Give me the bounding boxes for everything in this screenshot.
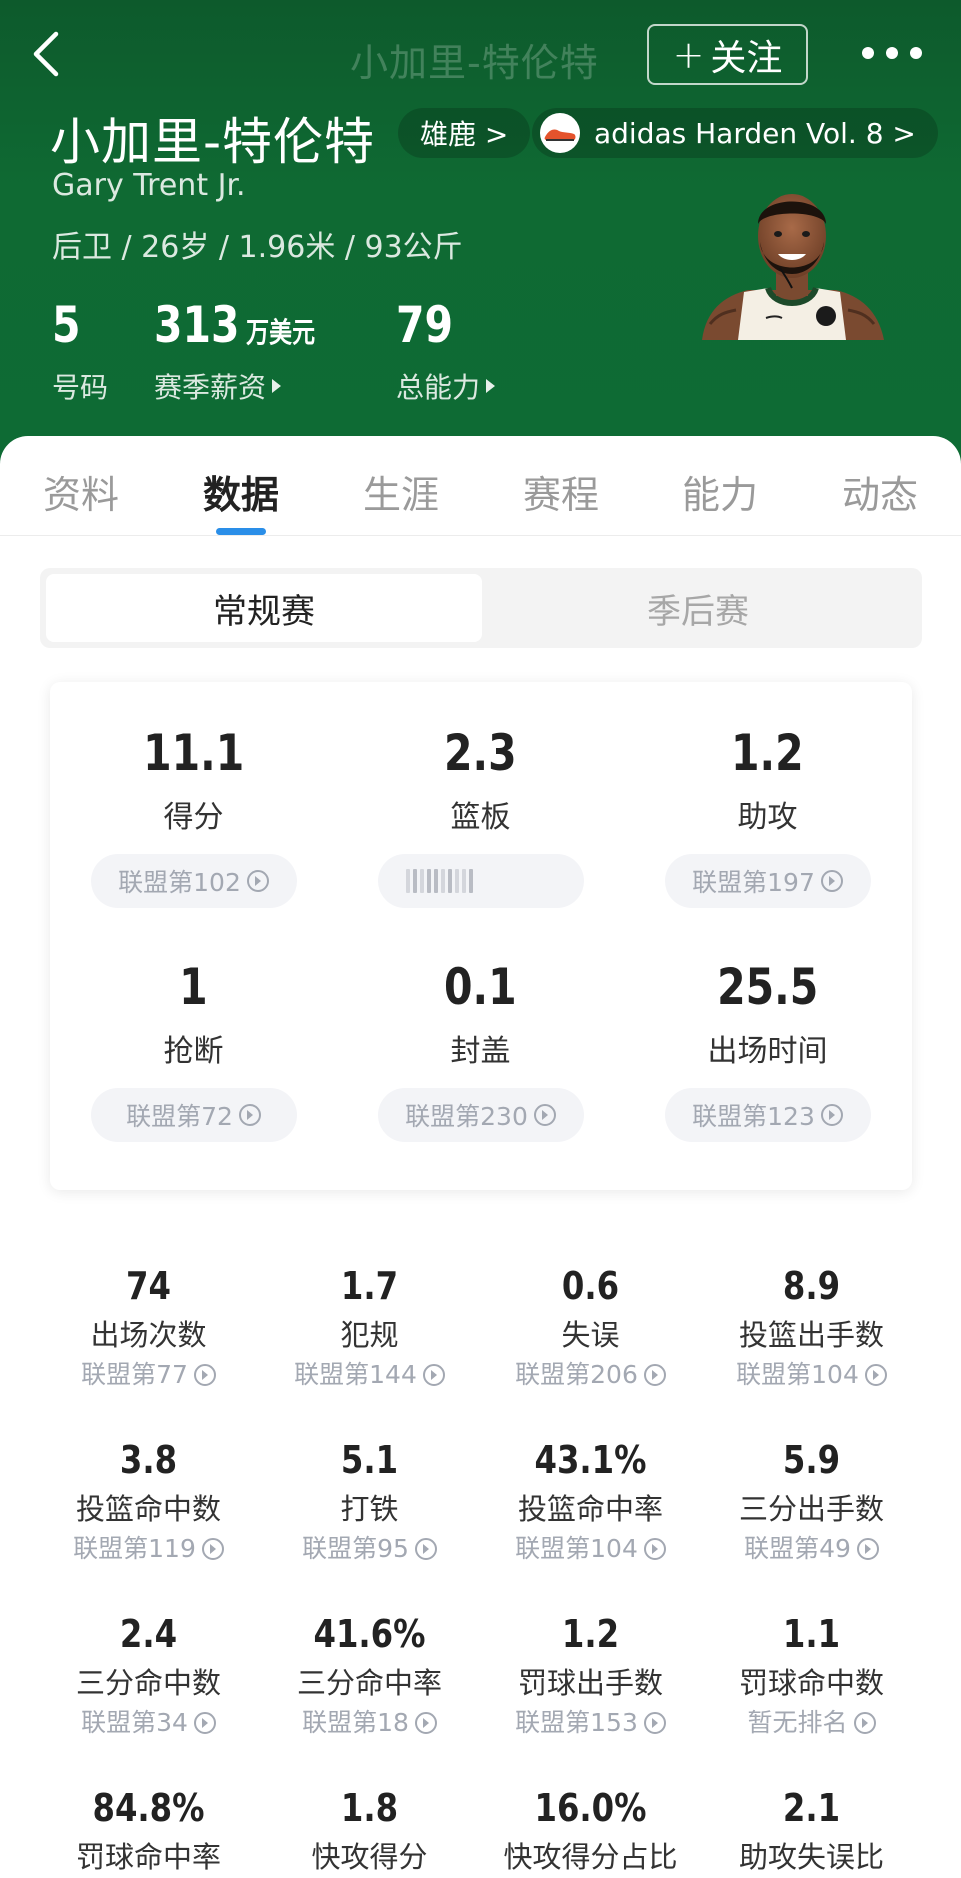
stat-fgm: 3.8 投篮命中数 联盟第119 — [38, 1436, 259, 1566]
tab-stats[interactable]: 数据 — [203, 464, 279, 519]
stat-blocks: 0.1 封盖 联盟第230 — [337, 956, 624, 1142]
tab-ability[interactable]: 能力 — [682, 464, 758, 519]
stat-fga: 8.9 投篮出手数 联盟第104 — [701, 1262, 922, 1392]
rank-badge[interactable]: 联盟第102 — [90, 854, 297, 908]
rank-badge[interactable]: 联盟第230 — [377, 1088, 584, 1142]
stat-missed-shots: 5.1 打铁 联盟第95 — [259, 1436, 480, 1566]
collapsed-title: 小加里-特伦特 — [350, 41, 599, 85]
plus-icon: + — [672, 32, 705, 77]
stat-3p-pct: 41.6% 三分命中率 联盟第18 — [259, 1610, 480, 1740]
rank-link[interactable]: 联盟第104 — [701, 1358, 922, 1392]
rank-badge[interactable]: 联盟第72 — [90, 1088, 297, 1142]
stat-fastbreak-points: 1.8 快攻得分 — [311, 1786, 428, 1874]
info-arrow-icon — [864, 1364, 887, 1386]
salary-value: 313 万美元 — [154, 296, 316, 354]
rank-link[interactable]: 暂无排名 — [701, 1706, 922, 1740]
tab-bar: 资料 数据 生涯 赛程 能力 动态 — [0, 436, 961, 536]
info-arrow-icon — [193, 1712, 216, 1734]
stat-fg-pct: 43.1% 投篮命中率 联盟第104 — [480, 1436, 701, 1566]
rank-link[interactable]: 联盟第34 — [38, 1706, 259, 1740]
stat-points: 11.1 得分 联盟第102 — [50, 722, 337, 908]
stat-rebounds: 2.3 篮板 — [337, 722, 624, 908]
rank-link[interactable]: 联盟第206 — [480, 1358, 701, 1392]
overall-rating: 79 — [396, 296, 454, 354]
stat-ftm: 1.1 罚球命中数 暂无排名 — [701, 1610, 922, 1740]
player-header: 小加里-特伦特 + 关注 小加里-特伦特 雄鹿 > adidas Harden … — [0, 0, 961, 470]
playoffs-option[interactable]: 季后赛 — [480, 574, 916, 642]
avatar — [696, 184, 888, 340]
stat-fta: 1.2 罚球出手数 联盟第153 — [480, 1610, 701, 1740]
stat-fouls: 1.7 犯规 联盟第144 — [259, 1262, 480, 1392]
info-arrow-icon — [193, 1364, 216, 1386]
jersey-number: 5 — [52, 296, 81, 354]
tab-profile[interactable]: 资料 — [43, 464, 119, 519]
info-arrow-icon — [853, 1712, 876, 1734]
regular-season-option[interactable]: 常规赛 — [46, 574, 482, 642]
info-arrow-icon — [238, 1104, 261, 1126]
stat-turnovers: 0.6 失误 联盟第206 — [480, 1262, 701, 1392]
blurred-rank — [405, 869, 473, 893]
main-stats-card: 11.1 得分 联盟第102 2.3 篮板 1.2 助攻 联盟第197 1 抢断… — [50, 682, 912, 1190]
caret-right-icon — [486, 379, 496, 393]
back-button[interactable] — [26, 28, 70, 80]
player-page: 小加里-特伦特 + 关注 小加里-特伦特 雄鹿 > adidas Harden … — [0, 0, 961, 1878]
player-name-english: Gary Trent Jr. — [52, 168, 246, 203]
info-arrow-icon — [422, 1364, 445, 1386]
rank-link[interactable]: 联盟第95 — [259, 1532, 480, 1566]
salary-link[interactable]: 赛季薪资 — [154, 366, 282, 406]
info-arrow-icon — [414, 1712, 437, 1734]
info-arrow-icon — [820, 870, 843, 892]
stat-games-played: 74 出场次数 联盟第77 — [38, 1262, 259, 1392]
info-arrow-icon — [643, 1538, 666, 1560]
rank-link[interactable]: 联盟第77 — [38, 1358, 259, 1392]
stat-3pm: 2.4 三分命中数 联盟第34 — [38, 1610, 259, 1740]
rank-link[interactable]: 联盟第18 — [259, 1706, 480, 1740]
tab-career[interactable]: 生涯 — [363, 464, 439, 519]
more-options-icon[interactable] — [862, 38, 922, 68]
follow-label: 关注 — [710, 37, 783, 79]
caret-right-icon — [272, 379, 282, 393]
shoe-link[interactable]: adidas Harden Vol. 8 > — [532, 108, 938, 158]
shoe-label: adidas Harden Vol. 8 > — [594, 116, 916, 150]
rank-link[interactable]: 联盟第49 — [701, 1532, 922, 1566]
info-arrow-icon — [533, 1104, 556, 1126]
rank-link[interactable]: 联盟第104 — [480, 1532, 701, 1566]
info-arrow-icon — [246, 870, 269, 892]
stat-ft-pct: 84.8% 罚球命中率 — [75, 1786, 221, 1874]
chevron-left-icon — [33, 31, 59, 77]
rank-link[interactable]: 联盟第119 — [38, 1532, 259, 1566]
stat-assists: 1.2 助攻 联盟第197 — [624, 722, 911, 908]
rank-badge[interactable]: 联盟第123 — [664, 1088, 871, 1142]
stat-steals: 1 抢断 联盟第72 — [50, 956, 337, 1142]
rating-link[interactable]: 总能力 — [396, 366, 496, 406]
info-arrow-icon — [856, 1538, 879, 1560]
player-meta: 后卫 / 26岁 / 1.96米 / 93公斤 — [52, 230, 463, 265]
team-link[interactable]: 雄鹿 > — [398, 108, 531, 158]
tab-indicator — [216, 528, 266, 535]
info-arrow-icon — [414, 1538, 437, 1560]
info-arrow-icon — [820, 1104, 843, 1126]
stat-minutes: 25.5 出场时间 联盟第123 — [624, 956, 911, 1142]
info-arrow-icon — [643, 1712, 666, 1734]
rank-badge[interactable]: 联盟第197 — [664, 854, 871, 908]
player-name: 小加里-特伦特 — [50, 113, 376, 171]
tab-news[interactable]: 动态 — [842, 464, 918, 519]
info-arrow-icon — [201, 1538, 224, 1560]
info-arrow-icon — [643, 1364, 666, 1386]
shoe-icon — [540, 113, 580, 153]
rank-badge-loading[interactable] — [377, 854, 584, 908]
stat-3pa: 5.9 三分出手数 联盟第49 — [701, 1436, 922, 1566]
season-type-toggle: 常规赛 季后赛 — [40, 568, 922, 648]
stat-fastbreak-share: 16.0% 快攻得分占比 — [503, 1786, 678, 1874]
jersey-number-label: 号码 — [52, 371, 109, 404]
stat-ast-to-ratio: 2.1 助攻失误比 — [738, 1786, 884, 1874]
follow-button[interactable]: + 关注 — [647, 24, 808, 85]
content-panel: 资料 数据 生涯 赛程 能力 动态 常规赛 季后赛 11.1 得分 联盟第102… — [0, 436, 961, 1878]
rank-link[interactable]: 联盟第153 — [480, 1706, 701, 1740]
rank-link[interactable]: 联盟第144 — [259, 1358, 480, 1392]
tab-schedule[interactable]: 赛程 — [523, 464, 599, 519]
